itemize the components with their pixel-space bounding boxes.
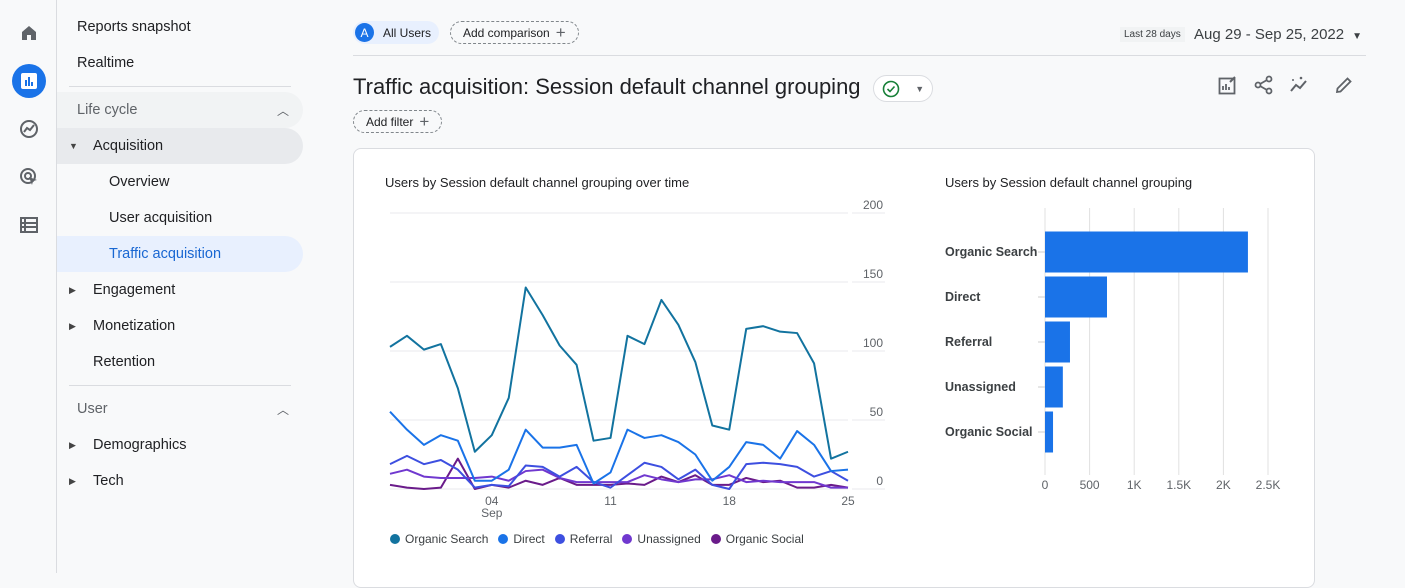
legend-dot-icon <box>710 534 721 544</box>
legend-label: Organic Social <box>725 532 804 546</box>
x-tick-label: 18 <box>723 494 737 508</box>
x-tick-sublabel: Sep <box>481 506 503 520</box>
legend-item[interactable]: Unassigned <box>622 532 701 546</box>
y-tick-label: 100 <box>863 336 883 350</box>
legend-item[interactable]: Organic Search <box>390 532 488 546</box>
legend-label: Unassigned <box>637 532 701 546</box>
legend-dot-icon <box>390 534 400 544</box>
y-tick-label: 150 <box>863 267 883 281</box>
legend-item[interactable]: Referral <box>554 532 613 546</box>
y-tick-label: 50 <box>870 405 884 419</box>
x-tick-label: 11 <box>604 494 617 508</box>
x-tick-label: 25 <box>841 494 855 508</box>
legend-label: Organic Search <box>405 532 489 546</box>
legend-dot-icon <box>622 534 633 544</box>
y-tick-label: 0 <box>876 474 883 488</box>
y-tick-label: 200 <box>863 198 883 212</box>
series-line-direct <box>389 411 849 485</box>
legend-item[interactable]: Direct <box>498 532 545 546</box>
line-chart: 05010015020004 11 18 25Sep <box>389 198 885 520</box>
legend-label: Direct <box>513 532 545 546</box>
legend-item[interactable]: Organic Social <box>710 532 804 546</box>
line-chart-legend: Organic Search Direct Referral Unassigned Or… <box>390 532 804 546</box>
legend-dot-icon <box>554 534 565 544</box>
legend-dot-icon <box>498 534 509 544</box>
series-line-organic-search <box>389 286 849 460</box>
legend-label: Referral <box>569 532 613 546</box>
